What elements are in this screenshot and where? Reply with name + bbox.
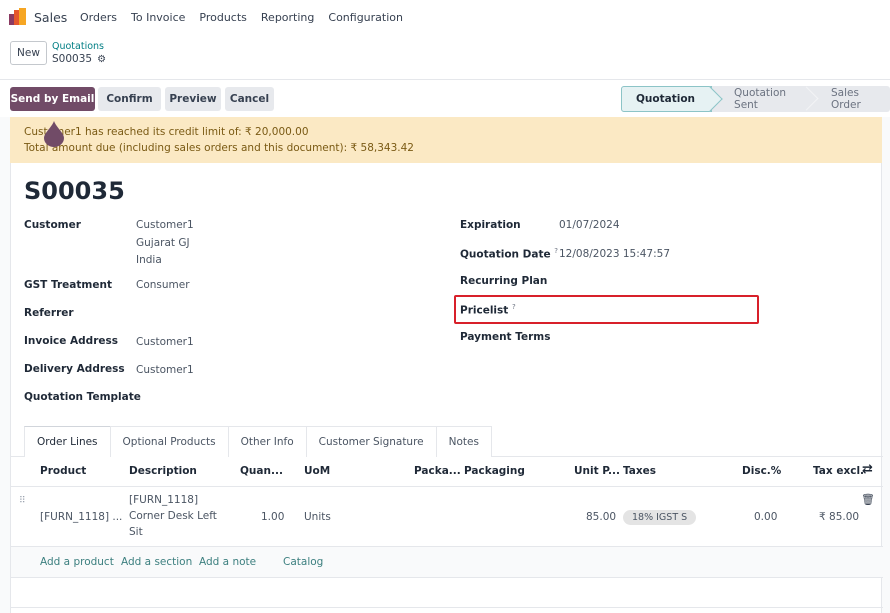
control-panel: New Quotations S00035 ⚙ [0,36,890,80]
optional-columns-icon[interactable]: ⇄ [862,462,873,477]
referrer-label: Referrer [24,307,74,319]
status-bar: Quotation Quotation Sent Sales Order [621,86,890,112]
main-menu: Orders To Invoice Products Reporting Con… [80,11,417,24]
col-packaging-qty[interactable]: Packa... [414,465,461,477]
table-row[interactable]: ⠿ [FURN_1118] ... [FURN_1118] Corner Des… [11,487,883,547]
customer-state: Gujarat GJ [136,236,190,249]
add-line-row: Add a product Add a section Add a note C… [11,547,883,578]
add-note-link[interactable]: Add a note [199,556,256,568]
expiration-field[interactable]: 01/07/2024 [559,217,620,235]
cursor-drop-icon [44,121,64,147]
row-unit-price[interactable]: 85.00 [586,509,616,525]
referrer-field[interactable] [136,305,436,322]
col-uom[interactable]: UoM [304,465,330,477]
alert-line-credit-limit: Customer1 has reached its credit limit o… [24,126,309,138]
breadcrumb-quotations[interactable]: Quotations [52,41,104,52]
menu-products[interactable]: Products [199,11,247,24]
alert-line-amount-due: Total amount due (including sales orders… [24,142,414,154]
stage-quotation-sent[interactable]: Quotation Sent [712,86,809,112]
gst-treatment-field[interactable]: Consumer [136,277,190,295]
menu-reporting[interactable]: Reporting [261,11,314,24]
empty-row [11,578,883,608]
breadcrumb-current: S00035 ⚙ [52,53,106,65]
delivery-address-label: Delivery Address [24,363,125,375]
order-lines-header: Product Description Quan... UoM Packa...… [11,457,883,487]
quotation-date-field[interactable]: 12/08/2023 15:47:57 [559,246,670,264]
catalog-link[interactable]: Catalog [283,556,323,568]
tax-badge[interactable]: 18% IGST S [623,510,697,525]
row-discount[interactable]: 0.00 [754,509,777,525]
row-product[interactable]: [FURN_1118] ... [40,509,122,525]
app-name[interactable]: Sales [34,10,67,25]
invoice-address-label: Invoice Address [24,335,118,347]
customer-field[interactable]: Customer1 Gujarat GJ India [136,217,194,270]
record-title: S00035 [24,177,125,205]
recurring-plan-field[interactable] [559,273,859,290]
new-button[interactable]: New [10,41,47,65]
pricelist-highlight-box [454,295,759,324]
menu-configuration[interactable]: Configuration [328,11,403,24]
row-uom[interactable]: Units [304,509,331,525]
row-description-line: [FURN_1118] [129,494,199,506]
add-section-link[interactable]: Add a section [121,556,192,568]
tab-optional-products[interactable]: Optional Products [109,426,229,457]
sales-app-logo-icon[interactable] [9,8,26,25]
preview-button[interactable]: Preview [165,87,221,111]
breadcrumb-current-label: S00035 [52,53,93,65]
row-description[interactable]: [FURN_1118] Corner Desk Left Sit [129,492,217,540]
invoice-address-field[interactable]: Customer1 [136,334,194,352]
row-description-line: Sit [129,526,143,538]
menu-to-invoice[interactable]: To Invoice [131,11,185,24]
delivery-address-field[interactable]: Customer1 [136,362,194,380]
tab-customer-signature[interactable]: Customer Signature [305,426,437,457]
send-by-email-button[interactable]: Send by Email [10,87,95,111]
drag-handle-icon[interactable]: ⠿ [19,493,26,509]
quotation-date-label-text: Quotation Date [460,248,551,261]
stage-sales-order[interactable]: Sales Order [809,86,890,112]
trash-icon[interactable]: 🗑 [861,492,875,508]
tab-order-lines[interactable]: Order Lines [24,426,111,457]
col-discount[interactable]: Disc.% [742,465,781,477]
payment-terms-field[interactable] [559,329,859,346]
col-tax-excl[interactable]: Tax excl. [813,465,864,477]
stage-quotation[interactable]: Quotation [621,86,713,112]
gst-treatment-label: GST Treatment [24,279,112,291]
confirm-button[interactable]: Confirm [98,87,161,111]
menu-orders[interactable]: Orders [80,11,117,24]
gear-icon[interactable]: ⚙ [97,54,106,65]
recurring-plan-label: Recurring Plan [460,275,548,287]
row-description-line: Corner Desk Left [129,510,217,522]
col-taxes[interactable]: Taxes [623,465,656,477]
help-icon[interactable]: ? [554,247,558,255]
col-packaging[interactable]: Packaging [464,465,525,477]
top-navbar: Sales Orders To Invoice Products Reporti… [0,0,890,36]
col-description[interactable]: Description [129,465,197,477]
credit-limit-alert: Customer1 has reached its credit limit o… [10,117,882,163]
cancel-button[interactable]: Cancel [225,87,274,111]
customer-name: Customer1 [136,219,194,231]
quotation-date-label: Quotation Date ? [460,247,558,261]
notebook-tabs: Order Lines Optional Products Other Info… [24,426,492,457]
col-quantity[interactable]: Quan... [240,465,283,477]
form-sheet: S00035 Customer Customer1 Gujarat GJ Ind… [10,163,883,613]
row-quantity[interactable]: 1.00 [261,509,284,525]
quotation-template-field[interactable] [136,390,436,407]
quotation-template-label: Quotation Template [24,391,141,403]
expiration-label: Expiration [460,219,521,231]
add-product-link[interactable]: Add a product [40,556,114,568]
payment-terms-label: Payment Terms [460,331,551,343]
customer-country: India [136,254,162,266]
row-subtotal: ₹ 85.00 [819,511,860,523]
col-unit-price[interactable]: Unit P... [574,465,620,477]
tab-notes[interactable]: Notes [435,426,492,457]
col-product[interactable]: Product [40,465,86,477]
tab-other-info[interactable]: Other Info [227,426,307,457]
customer-label: Customer [24,219,81,231]
